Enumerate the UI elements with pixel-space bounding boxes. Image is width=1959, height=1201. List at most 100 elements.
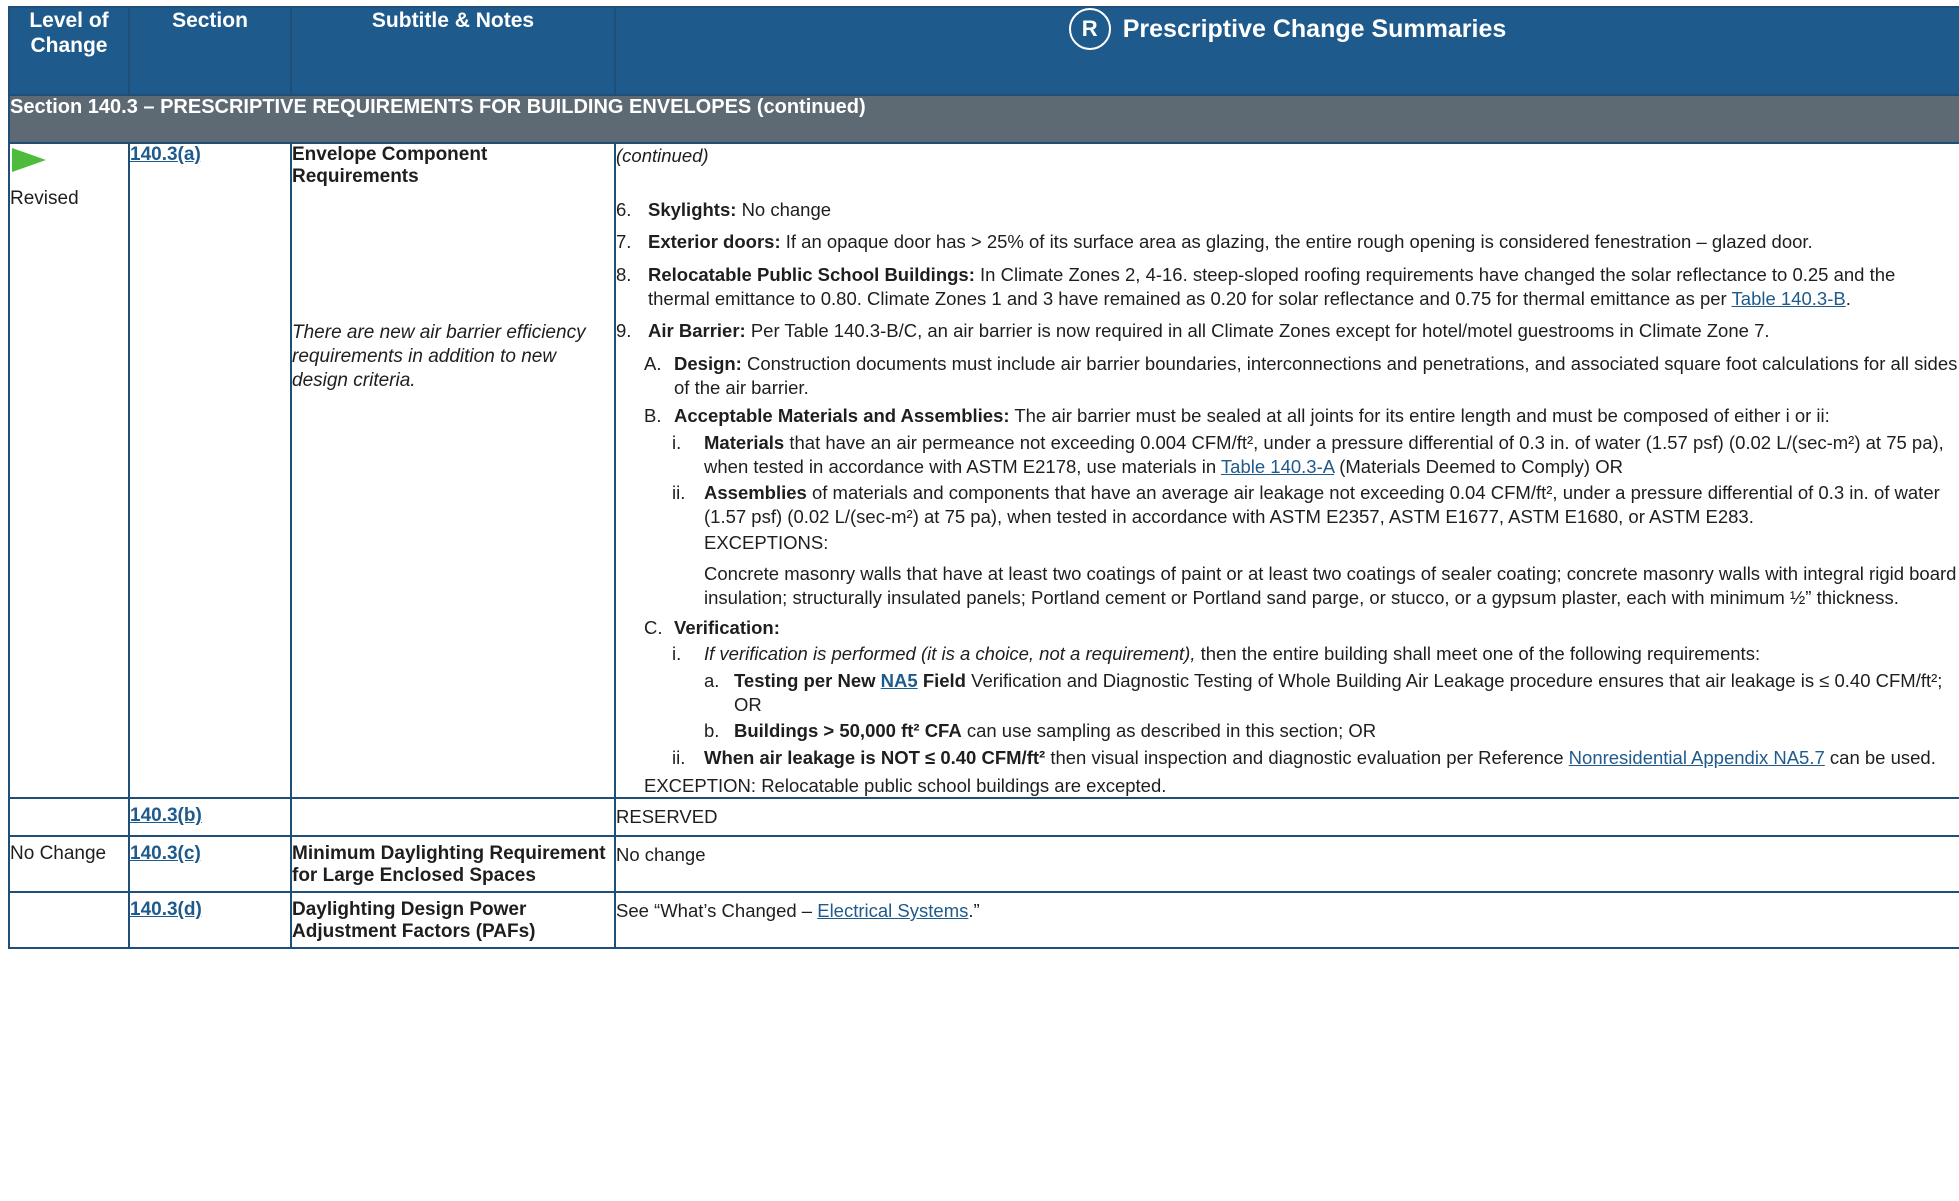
list-item: i. Materials that have an air permeance … <box>672 431 1959 478</box>
item-text: then the entire building shall meet one … <box>1200 643 1761 665</box>
item-title: Relocatable Public School Buildings: <box>648 264 975 286</box>
item-title: Field <box>922 670 966 692</box>
item-title: Air Barrier: <box>648 320 746 342</box>
page: Level of Change Section Subtitle & Notes… <box>0 0 1959 1201</box>
exceptions-text: Concrete masonry walls that have at leas… <box>704 563 1957 609</box>
subtitle-cell: Minimum Daylighting Requirement for Larg… <box>290 835 616 894</box>
continued-label: (continued) <box>616 145 709 166</box>
list-item: A. Design: Construction documents must i… <box>644 352 1959 399</box>
level-cell: No Change <box>8 835 130 894</box>
item-number: ii. <box>672 747 686 769</box>
header-section: Section <box>128 6 292 96</box>
subtitle-note: There are new air barrier efficiency req… <box>292 322 586 391</box>
exceptions-label: EXCEPTIONS: <box>704 531 829 553</box>
na5-link[interactable]: NA5 <box>881 670 918 691</box>
green-arrow-icon <box>12 148 46 172</box>
item-text: The air barrier must be sealed at all jo… <box>1014 405 1830 427</box>
item-number: 7. <box>616 231 632 253</box>
section-link-140-3d[interactable]: 140.3(d) <box>130 899 202 920</box>
header-summaries-label: Prescriptive Change Summaries <box>1122 15 1507 43</box>
item-text: can use sampling as described in this se… <box>966 720 1377 742</box>
table-row: Revised 140.3(a) Envelope Component Requ… <box>8 141 1959 800</box>
item-text: . <box>1845 287 1851 309</box>
item-number: 8. <box>616 264 632 286</box>
item-text: can be used. <box>1829 747 1936 769</box>
summary-cell: RESERVED <box>614 797 1959 838</box>
section-title: Section 140.3 – PRESCRIPTIVE REQUIREMENT… <box>8 94 1959 144</box>
table-link-140-3b[interactable]: Table 140.3-B <box>1732 288 1846 309</box>
item-title: Materials <box>704 432 785 454</box>
list-item: b. Buildings > 50,000 ft² CFA can use sa… <box>704 719 1959 743</box>
prescription-icon: R <box>1068 8 1111 50</box>
list-item: 8. Relocatable Public School Buildings: … <box>616 263 1959 310</box>
summary-cell: (continued) 6. Skylights: No change 7. E… <box>614 141 1959 800</box>
summary-cell: See “What’s Changed – Electrical Systems… <box>614 891 1959 950</box>
section-cell: 140.3(d) <box>128 891 292 950</box>
level-cell: Revised <box>8 141 130 800</box>
section-link-140-3a[interactable]: 140.3(a) <box>130 144 201 165</box>
item-text: If an opaque door has > 25% of its surfa… <box>785 231 1813 253</box>
section-cell: 140.3(a) <box>128 141 292 800</box>
item-title: Acceptable Materials and Assemblies: <box>674 405 1010 427</box>
header-subtitle: Subtitle & Notes <box>290 6 616 96</box>
list-item: ii. When air leakage is NOT ≤ 0.40 CFM/f… <box>672 746 1959 770</box>
subtitle-cell: Daylighting Design Power Adjustment Fact… <box>290 891 616 950</box>
header-summaries: R Prescriptive Change Summaries <box>614 6 1959 96</box>
level-label: Revised <box>10 188 79 209</box>
item-number: i. <box>672 432 682 454</box>
list-item: i. If verification is performed (it is a… <box>672 642 1959 666</box>
summary-text: See “What’s Changed – <box>616 900 813 922</box>
final-exception: EXCEPTION: Relocatable public school bui… <box>644 774 1167 796</box>
list-item: 6. Skylights: No change <box>616 198 1959 222</box>
section-cell: 140.3(b) <box>128 797 292 838</box>
item-title: Skylights: <box>648 198 737 220</box>
header-level: Level of Change <box>8 6 130 96</box>
table-row: 140.3(d) Daylighting Design Power Adjust… <box>8 891 1959 950</box>
table-link-140-3a[interactable]: Table 140.3-A <box>1221 456 1334 477</box>
item-number: i. <box>672 643 682 665</box>
section-title-row: Section 140.3 – PRESCRIPTIVE REQUIREMENT… <box>8 94 1959 144</box>
item-number: a. <box>704 670 720 692</box>
section-cell: 140.3(c) <box>128 835 292 894</box>
item-text: Construction documents must include air … <box>674 353 1958 398</box>
table-row: 140.3(b) RESERVED <box>8 797 1959 838</box>
list-item: 7. Exterior doors: If an opaque door has… <box>616 230 1959 254</box>
item-number: ii. <box>672 482 686 504</box>
item-title: Testing per New <box>734 670 876 692</box>
electrical-systems-link[interactable]: Electrical Systems <box>817 900 968 921</box>
summary-text: .” <box>968 900 980 922</box>
appendix-na5-7-link[interactable]: Nonresidential Appendix NA5.7 <box>1569 747 1825 768</box>
section-link-140-3b[interactable]: 140.3(b) <box>130 805 202 826</box>
item-text: (Materials Deemed to Comply) OR <box>1339 455 1623 477</box>
level-cell <box>8 797 130 838</box>
item-title: Assemblies <box>704 482 807 504</box>
table-row: No Change 140.3(c) Minimum Daylighting R… <box>8 835 1959 894</box>
item-number: 9. <box>616 320 632 342</box>
item-text: No change <box>741 198 832 220</box>
item-number: A. <box>644 353 662 375</box>
item-text: Per Table 140.3-B/C, an air barrier is n… <box>750 320 1770 342</box>
list-item: 9. Air Barrier: Per Table 140.3-B/C, an … <box>616 319 1959 343</box>
subtitle: Envelope Component Requirements <box>292 144 488 187</box>
item-number: B. <box>644 405 662 427</box>
list-item: a. Testing per New NA5 Field Verificatio… <box>704 669 1959 716</box>
item-number: C. <box>644 616 663 638</box>
list-item: C. Verification: <box>644 616 1959 640</box>
item-title: Design: <box>674 353 742 375</box>
summary-cell: No change <box>614 835 1959 894</box>
change-summary-table: Level of Change Section Subtitle & Notes… <box>8 6 1959 950</box>
section-link-140-3c[interactable]: 140.3(c) <box>130 843 201 864</box>
item-title: When air leakage is NOT ≤ 0.40 CFM/ft² <box>704 747 1046 769</box>
item-number: 6. <box>616 198 632 220</box>
item-text: then visual inspection and diagnostic ev… <box>1050 747 1564 769</box>
item-title: Buildings > 50,000 ft² CFA <box>734 720 962 742</box>
item-italic: If verification is performed (it is a ch… <box>704 643 1196 665</box>
item-number: b. <box>704 720 720 742</box>
subtitle-cell <box>290 797 616 838</box>
list-item: ii. Assemblies of materials and componen… <box>672 481 1959 609</box>
item-title: Exterior doors: <box>648 231 781 253</box>
table-header: Level of Change Section Subtitle & Notes… <box>8 6 1959 96</box>
subtitle-cell: Envelope Component Requirements There ar… <box>290 141 616 800</box>
list-item: B. Acceptable Materials and Assemblies: … <box>644 404 1959 428</box>
item-text: of materials and components that have an… <box>704 482 1940 528</box>
